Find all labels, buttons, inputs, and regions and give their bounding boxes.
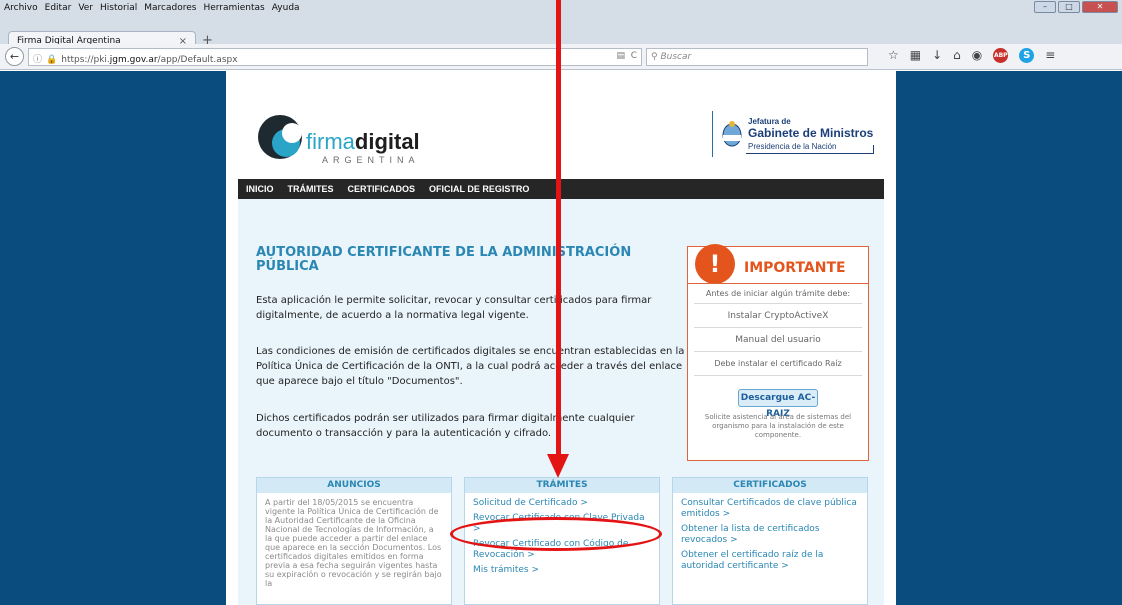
important-box: ! IMPORTANTE Antes de iniciar algún trám… — [687, 244, 869, 461]
anuncios-text: A partir del 18/05/2015 se encuentra vig… — [265, 498, 442, 588]
menu-ver[interactable]: Ver — [78, 3, 93, 13]
toolbar-icons: ☆ ▦ ↓ ⌂ ◉ ABP S ≡ — [888, 48, 1055, 63]
lista-revocados-link[interactable]: Obtener la lista de certificados revocad… — [681, 524, 859, 546]
bookmark-star-icon[interactable]: ☆ — [888, 48, 899, 63]
important-title: IMPORTANTE — [744, 260, 846, 276]
solicitud-certificado-link[interactable]: Solicitud de Certificado > — [473, 498, 651, 509]
annotation-arrowhead — [547, 454, 569, 478]
download-icon[interactable]: ↓ — [932, 48, 942, 63]
usage-paragraph: Dichos certificados podrán ser utilizado… — [256, 413, 635, 439]
menu-herramientas[interactable]: Herramientas — [203, 3, 264, 13]
url-actions: ▤ C — [616, 51, 637, 61]
national-shield-icon — [722, 121, 742, 147]
reload-icon[interactable]: C — [631, 51, 637, 61]
search-input[interactable]: ⚲ Buscar — [646, 48, 868, 66]
firma-digital-logo-icon — [258, 115, 302, 159]
user-manual-link[interactable]: Manual del usuario — [688, 335, 868, 345]
skype-icon[interactable]: S — [1019, 48, 1035, 63]
annotation-ellipse — [450, 517, 662, 551]
download-ac-raiz-button[interactable]: Descargue AC-RAIZ — [738, 389, 818, 419]
anuncios-title: ANUNCIOS — [257, 478, 451, 493]
info-icon[interactable]: ⓘ — [33, 55, 42, 65]
window-controls: – □ ✕ — [1034, 1, 1118, 13]
minimize-icon[interactable]: – — [1034, 1, 1056, 13]
important-intro: Antes de iniciar algún trámite debe: — [705, 289, 851, 298]
url-host: jgm.gov.ar — [109, 55, 158, 65]
nav-inicio[interactable]: INICIO — [246, 184, 274, 194]
nav-oficial-registro[interactable]: OFICIAL DE REGISTRO — [429, 184, 529, 194]
nav-certificados[interactable]: CERTIFICADOS — [348, 184, 416, 194]
anuncios-panel: ANUNCIOS A partir del 18/05/2015 se encu… — [256, 477, 452, 605]
url-prefix: https://pki. — [61, 55, 110, 65]
gob-line2: Gabinete de Ministros — [748, 126, 874, 140]
site-nav: INICIO TRÁMITES CERTIFICADOS OFICIAL DE … — [238, 179, 884, 199]
consultar-certificados-link[interactable]: Consultar Certificados de clave pública … — [681, 498, 859, 520]
back-arrow-icon: ← — [9, 50, 20, 63]
menu-bar: Archivo Editar Ver Historial Marcadores … — [0, 0, 1122, 16]
chat-icon[interactable]: ◉ — [972, 48, 982, 63]
menu-marcadores[interactable]: Marcadores — [144, 3, 196, 13]
adblock-icon[interactable]: ABP — [993, 48, 1009, 63]
gob-line1: Jefatura de — [748, 117, 791, 126]
lock-icon: 🔒 — [46, 55, 58, 65]
page-title: AUTORIDAD CERTIFICANTE DE LA ADMINISTRAC… — [256, 245, 632, 274]
menu-archivo[interactable]: Archivo — [4, 3, 38, 13]
menu-ayuda[interactable]: Ayuda — [272, 3, 300, 13]
certificados-title: CERTIFICADOS — [673, 478, 867, 493]
certificado-raiz-link[interactable]: Obtener el certificado raíz de la autori… — [681, 550, 859, 572]
logo-wordmark: firmadigital — [306, 129, 420, 154]
home-icon[interactable]: ⌂ — [953, 48, 961, 63]
search-placeholder: Buscar — [660, 52, 692, 62]
intro-paragraph: Esta aplicación le permite solicitar, re… — [256, 295, 652, 321]
tramites-title: TRÁMITES — [465, 478, 659, 493]
url-bar[interactable]: ⓘ 🔒 https://pki.jgm.gov.ar/app/Default.asp… — [28, 48, 642, 66]
certificados-panel: CERTIFICADOS Consultar Certificados de c… — [672, 477, 868, 605]
close-window-icon[interactable]: ✕ — [1082, 1, 1118, 13]
logo-subtitle: ARGENTINA — [322, 155, 420, 165]
conditions-paragraph: Las condiciones de emisión de certificad… — [256, 346, 685, 387]
url-path: /app/Default.aspx — [157, 55, 238, 65]
menu-historial[interactable]: Historial — [100, 3, 137, 13]
install-cryptoactivex-link[interactable]: Instalar CryptoActiveX — [688, 311, 868, 321]
maximize-icon[interactable]: □ — [1058, 1, 1080, 13]
navigation-bar: ← ⓘ 🔒 https://pki.jgm.gov.ar/app/Default.a… — [0, 44, 1122, 70]
warning-icon: ! — [695, 244, 735, 284]
root-cert-notice: Debe instalar el certificado Raíz — [714, 359, 842, 368]
gob-line3: Presidencia de la Nación — [748, 142, 837, 151]
search-icon: ⚲ — [651, 52, 658, 62]
back-button[interactable]: ← — [5, 47, 24, 66]
gabinete-logo: Jefatura de Gabinete de Ministros Presid… — [712, 111, 877, 157]
menu-icon[interactable]: ≡ — [1045, 48, 1055, 63]
library-icon[interactable]: ▦ — [910, 48, 921, 63]
menu-editar[interactable]: Editar — [45, 3, 72, 13]
mis-tramites-link[interactable]: Mis trámites > — [473, 565, 651, 576]
reader-view-icon[interactable]: ▤ — [616, 51, 625, 61]
nav-tramites[interactable]: TRÁMITES — [288, 184, 334, 194]
important-note: Solicite asistencia al área de sistemas … — [704, 413, 852, 439]
annotation-arrow — [556, 0, 561, 458]
site-header: firmadigital ARGENTINA Jefatura de Gabin… — [226, 71, 896, 179]
